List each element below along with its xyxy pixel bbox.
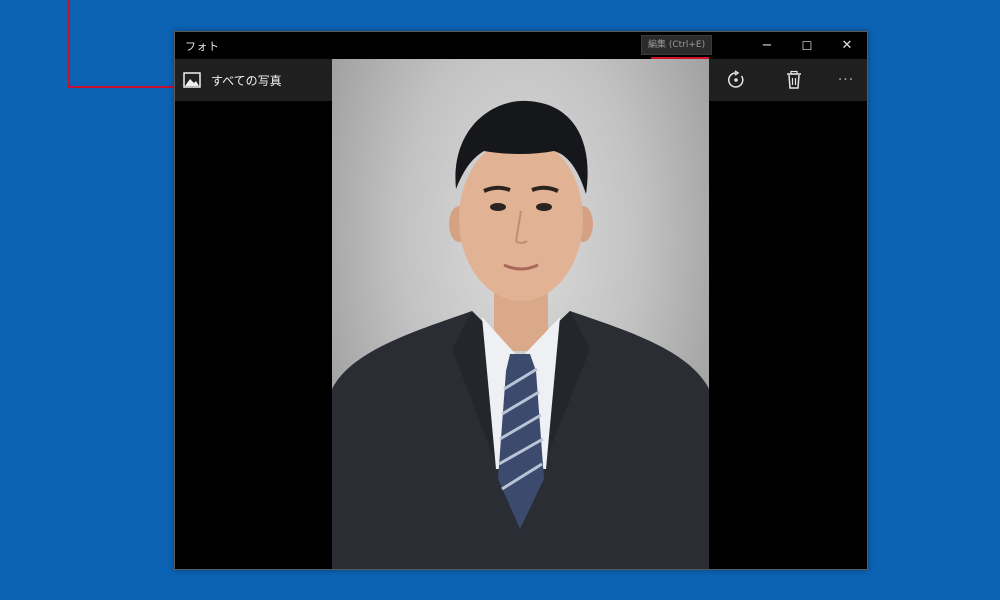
all-photos-label: すべての写真	[211, 73, 282, 88]
photo-viewer	[175, 59, 867, 569]
photos-app-window: フォト − ☐ ✕ 編集 (Ctrl+E) すべての写真 ···	[174, 31, 868, 570]
delete-button[interactable]	[765, 59, 823, 101]
portrait-illustration	[332, 100, 709, 569]
rotate-icon	[728, 70, 744, 88]
rotate-button[interactable]	[707, 59, 765, 101]
minimize-button[interactable]: −	[747, 32, 787, 59]
close-button[interactable]: ✕	[827, 32, 867, 59]
maximize-button[interactable]: ☐	[787, 32, 827, 59]
more-button[interactable]: ···	[817, 59, 867, 101]
more-icon: ···	[837, 72, 855, 88]
minimize-icon: −	[761, 38, 773, 53]
maximize-icon: ☐	[801, 38, 813, 53]
title-bar[interactable]: フォト − ☐ ✕	[175, 32, 867, 59]
close-icon: ✕	[841, 38, 853, 53]
portrait-photo	[332, 59, 709, 569]
app-title: フォト	[185, 40, 220, 53]
callout-line-vertical	[68, 0, 70, 88]
desktop-background: フォト − ☐ ✕ 編集 (Ctrl+E) すべての写真 ···	[0, 0, 1000, 600]
all-photos-link[interactable]: すべての写真	[183, 69, 282, 91]
photo-icon	[183, 72, 201, 88]
edit-tooltip: 編集 (Ctrl+E)	[641, 35, 713, 55]
delete-icon	[787, 70, 801, 89]
